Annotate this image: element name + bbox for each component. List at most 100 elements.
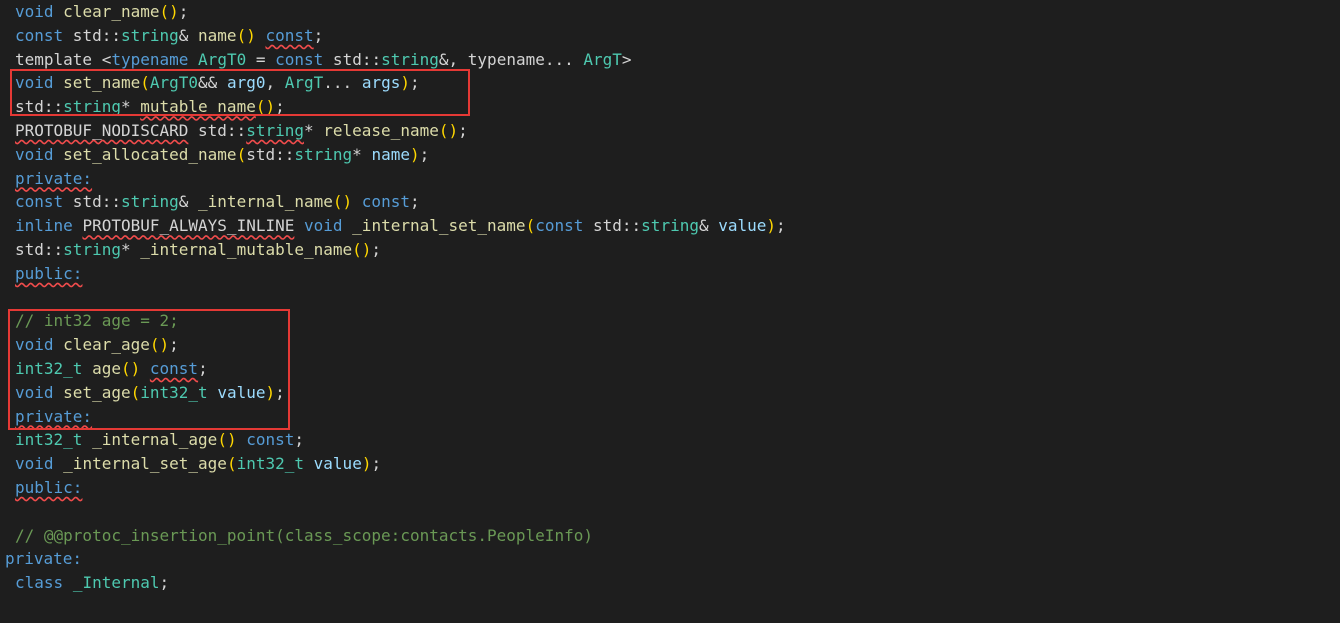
code-token: ArgT0 [149, 73, 199, 93]
code-token: ; [275, 382, 285, 402]
code-token: const [15, 192, 64, 212]
code-editor[interactable]: void clear_name(); const std::string& nam… [0, 0, 1340, 623]
code-token: std:: [323, 49, 382, 69]
code-token: release_name [323, 121, 439, 140]
code-token: () [332, 192, 353, 212]
code-token: _internal_name [198, 192, 333, 212]
code-token: value [217, 382, 266, 402]
code-line[interactable]: const std::string& _internal_name() cons… [15, 190, 420, 214]
code-token: ; [313, 25, 324, 45]
code-token: args [361, 73, 401, 93]
code-token: > [621, 49, 632, 69]
code-token: ( [130, 382, 141, 402]
code-token: set_age [63, 382, 131, 402]
code-token: ) [409, 144, 420, 164]
code-token: ( [525, 216, 536, 236]
code-token: string [120, 192, 179, 212]
code-line[interactable]: std::string* _internal_mutable_name(); [15, 238, 381, 262]
code-token: // int32 age = 2; [15, 311, 179, 331]
code-token: PROTOBUF_NODISCARD [15, 121, 189, 140]
code-token: int32_t [15, 359, 83, 378]
code-token: () [352, 240, 372, 259]
code-line[interactable]: // int32 age = 2; [15, 309, 179, 333]
code-token: void [304, 216, 343, 236]
code-token: () [217, 430, 237, 450]
code-line[interactable]: class _Internal; [15, 571, 169, 595]
code-token: ; [371, 454, 382, 474]
code-token: ; [371, 240, 382, 259]
code-token: template [15, 49, 102, 69]
code-token: ; [178, 2, 189, 21]
code-token: const [246, 430, 295, 450]
code-token: &, typename... [438, 49, 584, 69]
code-token: ) [766, 216, 777, 236]
code-token: void [15, 73, 54, 93]
code-token: && [198, 73, 227, 93]
code-token: void [15, 2, 54, 21]
code-token: string [246, 121, 304, 140]
code-line[interactable]: inline PROTOBUF_ALWAYS_INLINE void _inte… [15, 214, 786, 238]
code-token: const [149, 359, 199, 378]
code-line[interactable]: private: [15, 405, 92, 429]
code-token: ; [198, 359, 208, 378]
code-token: age [92, 359, 121, 378]
code-token: , [265, 73, 285, 93]
code-line[interactable]: int32_t _internal_age() const; [15, 428, 304, 452]
code-line[interactable]: public: [15, 262, 82, 286]
code-token: private: [15, 406, 93, 426]
code-line[interactable]: int32_t age() const; [15, 357, 208, 381]
code-token: ; [159, 573, 170, 593]
code-token: () [438, 121, 459, 140]
code-line[interactable]: void set_allocated_name(std::string* nam… [15, 143, 429, 167]
code-token: const [15, 25, 64, 45]
code-token: ArgT [583, 49, 622, 69]
code-token: ; [409, 73, 420, 93]
code-line[interactable]: private: [15, 167, 92, 191]
code-token: std:: [15, 240, 64, 259]
code-line[interactable]: public: [15, 476, 82, 500]
code-token: private: [5, 549, 83, 569]
code-token: () [149, 335, 170, 355]
code-token: PROTOBUF_ALWAYS_INLINE [82, 216, 295, 236]
code-line[interactable]: private: [5, 547, 82, 571]
code-token: name [198, 25, 237, 45]
code-token: ArgT0 [198, 49, 247, 69]
code-token: // @@protoc_insertion_point(class_scope:… [15, 525, 593, 545]
code-token: std:: [188, 121, 247, 140]
code-token: ... [323, 73, 362, 93]
code-line[interactable]: void set_age(int32_t value); [15, 381, 285, 405]
code-token: string [63, 240, 121, 259]
code-token: void [15, 335, 54, 355]
code-line[interactable]: void _internal_set_age(int32_t value); [15, 452, 381, 476]
code-token: ) [400, 73, 410, 93]
code-token: _internal_set_age [63, 454, 227, 474]
code-line[interactable]: void clear_name(); [15, 0, 188, 24]
code-line[interactable]: // @@protoc_insertion_point(class_scope:… [15, 524, 593, 548]
code-token: * [352, 144, 372, 164]
code-line[interactable]: void set_name(ArgT0&& arg0, ArgT... args… [15, 71, 420, 95]
code-token: < [101, 49, 112, 69]
code-token: () [255, 97, 276, 117]
code-token: string [381, 49, 439, 69]
code-line[interactable]: template <typename ArgT0 = const std::st… [15, 48, 632, 72]
code-token: * [303, 121, 324, 140]
code-line[interactable]: std::string* mutable_name(); [15, 95, 285, 119]
code-token: inline [15, 216, 73, 236]
code-line[interactable]: void clear_age(); [15, 333, 179, 357]
code-line[interactable]: PROTOBUF_NODISCARD std::string* release_… [15, 119, 468, 143]
code-token: & [178, 192, 199, 212]
code-token: std:: [246, 144, 295, 164]
code-token: ( [140, 73, 150, 93]
code-line[interactable]: const std::string& name() const; [15, 24, 323, 48]
code-token: int32_t [15, 430, 83, 450]
